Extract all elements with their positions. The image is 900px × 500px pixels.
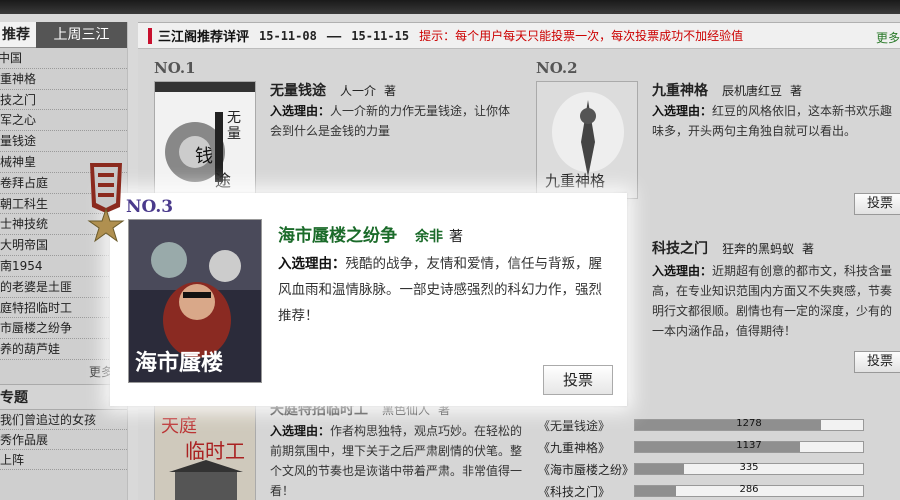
sidebar-tabs: 推荐 上周三江 — [0, 22, 127, 48]
sidebar-item[interactable]: 天庭特招临时工 — [0, 298, 127, 319]
vote-button[interactable]: 投票 — [854, 193, 900, 215]
svg-text:无: 无 — [227, 110, 241, 126]
stat-bar-track: 335 — [634, 462, 864, 475]
book-reason: 入选理由：作者构思独特，观点巧妙。在轻松的前期氛围中，埋下关于之后严肃剧情的伏笔… — [270, 424, 523, 498]
sidebar-item[interactable]: 科技之门 — [0, 90, 127, 111]
rank-label: NO.1 — [154, 59, 196, 77]
stat-count: 335 — [739, 462, 759, 473]
featured-reason: 入选理由：残酷的战争，友情和爱情，信任与背叛，腥风血雨和温情脉脉。一部史诗感强烈… — [278, 256, 602, 324]
book-cover[interactable]: 无 量 钱 途 — [154, 81, 256, 199]
sidebar-item[interactable]: 无量钱途 — [0, 131, 127, 152]
book-cover[interactable]: 九重神格 — [536, 81, 638, 199]
featured-vote-button[interactable]: 投票 — [543, 365, 613, 395]
stat-bar-track: 1137 — [634, 440, 864, 453]
date-start: 15-11-08 — [259, 28, 317, 43]
book-reason: 入选理由：人一介新的力作无量钱途，让你体会到什么是金钱的力量 — [270, 104, 511, 138]
more-link[interactable]: 更多 — [876, 29, 900, 46]
sidebar-topic-item[interactable]: 秀作品展 — [0, 430, 127, 450]
sidebar-item[interactable]: 九重神格 — [0, 69, 127, 90]
svg-text:九重神格: 九重神格 — [545, 172, 605, 190]
sidebar-topic-list: 我们曾追过的女孩 秀作品展 上阵 — [0, 410, 127, 470]
panel-title: 三江阁推荐详评 — [158, 30, 250, 45]
book-reason: 入选理由：近期超有创意的都市文，科技含量高，在专业知识范围内方面又不失爽感，节奏… — [652, 264, 893, 338]
vote-stat-row: 《无量钱途》 1278 — [538, 415, 878, 435]
book-title[interactable]: 科技之门 狂奔的黑蚂蚁著 — [652, 238, 814, 258]
sidebar-section-title: 专题 — [0, 383, 127, 410]
vote-tip: 提示：每个用户每天只能投票一次，每次投票成功不加经验值 — [419, 29, 744, 43]
featured-cover-art: 海市蜃楼 — [129, 220, 261, 382]
book-reason: 入选理由：红豆的风格依旧，这本新书欢乐趣味多，开头两句主角独自就可以看出。 — [652, 104, 893, 138]
svg-text:量: 量 — [227, 126, 241, 142]
vote-stat-row: 《海市蜃楼之纷》 335 — [538, 459, 878, 479]
stat-bar-track: 1278 — [634, 418, 864, 431]
panel-header: 三江阁推荐详评 15-11-08 —— 15-11-15 提示：每个用户每天只能… — [138, 23, 900, 49]
sidebar-item[interactable]: 草军之心 — [0, 110, 127, 132]
stat-book-name[interactable]: 《无量钱途》 — [538, 417, 634, 434]
left-sidebar: 推荐 上周三江 中国 九重神格 科技之门 草军之心 无量钱途 机械神皇 席卷拜占… — [0, 22, 128, 500]
svg-text:钱: 钱 — [195, 146, 213, 167]
stat-book-name[interactable]: 《九重神格》 — [538, 439, 634, 456]
stat-count: 286 — [739, 484, 759, 495]
tab-recommend[interactable]: 推荐 — [0, 22, 36, 48]
book-author[interactable]: 辰机唐红豆 — [722, 84, 782, 98]
sidebar-item[interactable]: 海市蜃楼之纷争 — [0, 318, 127, 340]
vote-stat-row: 《九重神格》 1137 — [538, 437, 878, 457]
svg-text:临时工: 临时工 — [185, 439, 245, 463]
svg-text:途: 途 — [215, 171, 231, 190]
stat-book-name[interactable]: 《科技之门》 — [538, 483, 634, 500]
stat-bar-track: 286 — [634, 484, 864, 497]
vote-button[interactable]: 投票 — [854, 351, 900, 373]
stat-count: 1137 — [736, 440, 762, 451]
sidebar-item[interactable]: 中国 — [0, 48, 127, 69]
sidebar-item[interactable]: 你的老婆是土匪 — [0, 277, 127, 298]
svg-text:海市蜃楼: 海市蜃楼 — [135, 350, 223, 376]
vote-stat-row: 《科技之门》 286 — [538, 481, 878, 500]
cover-art: 无 量 钱 途 — [155, 82, 255, 198]
tab-last-week[interactable]: 上周三江 — [36, 22, 127, 48]
date-separator: —— — [326, 28, 342, 43]
book-author[interactable]: 狂奔的黑蚂蚁 — [722, 242, 794, 256]
featured-rank: NO.3 — [126, 197, 174, 217]
sidebar-topic-item[interactable]: 我们曾追过的女孩 — [0, 410, 127, 430]
medal-icon — [87, 163, 125, 243]
book-title[interactable]: 九重神格 辰机唐红豆著 — [652, 80, 802, 100]
rank-label: NO.2 — [536, 59, 578, 77]
stat-count: 1278 — [736, 418, 762, 429]
featured-title[interactable]: 海市蜃楼之纷争 余非著 — [278, 221, 463, 246]
top-banner — [0, 0, 900, 14]
book-author[interactable]: 人一介 — [340, 84, 376, 98]
date-end: 15-11-15 — [351, 28, 410, 43]
header-accent-bar — [148, 27, 152, 44]
sidebar-more-link[interactable]: 更多 — [0, 360, 127, 384]
featured-book-card[interactable]: NO.3 海市蜃楼 海市蜃楼之纷争 余非著 入选理由：残酷的战争，友情和爱情，信任… — [110, 193, 627, 406]
book-cover[interactable]: 天庭 临时工 — [154, 401, 256, 500]
cover-art: 天庭 临时工 — [155, 402, 255, 500]
featured-author[interactable]: 余非 — [415, 229, 443, 245]
stat-book-name[interactable]: 《海市蜃楼之纷》 — [538, 461, 634, 478]
sidebar-item[interactable]: 家养的葫芦娃 — [0, 339, 127, 360]
sidebar-topic-item[interactable]: 上阵 — [0, 450, 127, 470]
book-title[interactable]: 无量钱途 人一介著 — [270, 80, 396, 100]
svg-text:天庭: 天庭 — [161, 416, 197, 437]
sidebar-item[interactable]: 越南1954 — [0, 256, 127, 277]
cover-art: 九重神格 — [537, 82, 637, 198]
featured-cover[interactable]: 海市蜃楼 — [128, 219, 262, 383]
